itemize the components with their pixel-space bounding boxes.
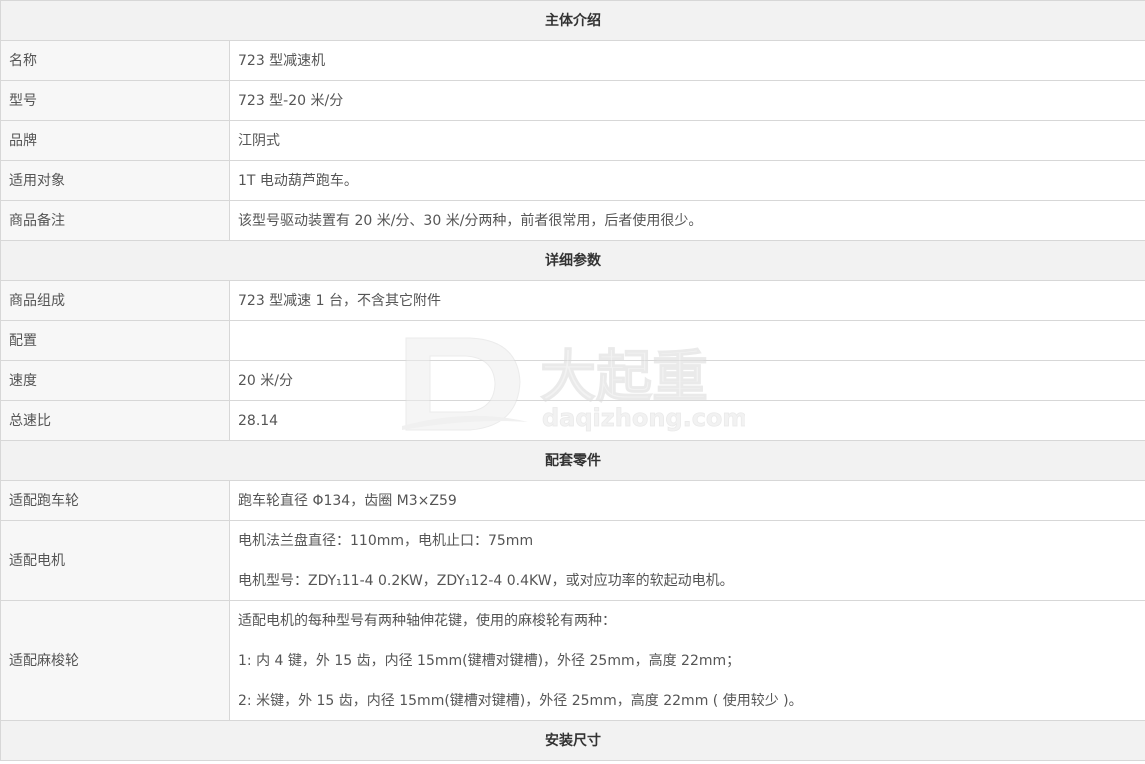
row-label: 适配跑车轮: [0, 480, 230, 521]
row-label: 名称: [0, 40, 230, 81]
section-title-intro: 主体介绍: [0, 0, 1145, 41]
spec-table: 主体介绍 名称 723 型减速机 型号 723 型-20 米/分 品牌 江阴式 …: [0, 0, 1145, 761]
row-label: 适用对象: [0, 160, 230, 201]
row-value: 该型号驱动装置有 20 米/分、30 米/分两种，前者很常用，后者使用很少。: [229, 200, 1145, 241]
section-title-parts: 配套零件: [0, 440, 1145, 481]
value-line: 电机法兰盘直径：110mm，电机止口：75mm: [238, 532, 534, 549]
value-line: 1: 内 4 键，外 15 齿，内径 15mm(键槽对键槽)，外径 25mm，高…: [238, 652, 741, 669]
row-label: 总速比: [0, 400, 230, 441]
table-row: 品牌 江阴式: [0, 120, 1145, 161]
table-row: 总速比 28.14: [0, 400, 1145, 441]
row-label: 速度: [0, 360, 230, 401]
value-line: 2: 米键，外 15 齿，内径 15mm(键槽对键槽)，外径 25mm，高度 2…: [238, 692, 803, 709]
table-row: 商品备注 该型号驱动装置有 20 米/分、30 米/分两种，前者很常用，后者使用…: [0, 200, 1145, 241]
row-label: 品牌: [0, 120, 230, 161]
section-title-details: 详细参数: [0, 240, 1145, 281]
row-value: 跑车轮直径 Φ134，齿圈 M3×Z59: [229, 480, 1145, 521]
row-value: 723 型减速机: [229, 40, 1145, 81]
value-line: 电机型号：ZDY₁11-4 0.2KW，ZDY₁12-4 0.4KW，或对应功率…: [238, 572, 734, 589]
table-row: 名称 723 型减速机: [0, 40, 1145, 81]
spec-page: 主体介绍 名称 723 型减速机 型号 723 型-20 米/分 品牌 江阴式 …: [0, 0, 1145, 764]
row-label: 适配麻梭轮: [0, 600, 230, 721]
table-row: 适配跑车轮 跑车轮直径 Φ134，齿圈 M3×Z59: [0, 480, 1145, 521]
row-label: 适配电机: [0, 520, 230, 601]
table-row: 适配电机 电机法兰盘直径：110mm，电机止口：75mm 电机型号：ZDY₁11…: [0, 520, 1145, 601]
row-value: 电机法兰盘直径：110mm，电机止口：75mm 电机型号：ZDY₁11-4 0.…: [229, 520, 1145, 601]
row-value: 1T 电动葫芦跑车。: [229, 160, 1145, 201]
row-label: 商品备注: [0, 200, 230, 241]
section-header-row: 配套零件: [0, 440, 1145, 481]
table-row: 适配麻梭轮 适配电机的每种型号有两种轴伸花键，使用的麻梭轮有两种： 1: 内 4…: [0, 600, 1145, 721]
table-row: 配置: [0, 320, 1145, 361]
section-title-install: 安装尺寸: [0, 720, 1145, 761]
row-value: [229, 320, 1145, 361]
section-header-row: 安装尺寸: [0, 720, 1145, 761]
section-header-row: 主体介绍: [0, 0, 1145, 41]
row-value: 适配电机的每种型号有两种轴伸花键，使用的麻梭轮有两种： 1: 内 4 键，外 1…: [229, 600, 1145, 721]
row-value: 28.14: [229, 400, 1145, 441]
table-row: 适用对象 1T 电动葫芦跑车。: [0, 160, 1145, 201]
table-row: 型号 723 型-20 米/分: [0, 80, 1145, 121]
value-line: 适配电机的每种型号有两种轴伸花键，使用的麻梭轮有两种：: [238, 612, 616, 629]
table-row: 速度 20 米/分: [0, 360, 1145, 401]
row-label: 商品组成: [0, 280, 230, 321]
row-label: 型号: [0, 80, 230, 121]
row-value: 723 型减速 1 台，不含其它附件: [229, 280, 1145, 321]
table-row: 商品组成 723 型减速 1 台，不含其它附件: [0, 280, 1145, 321]
row-value: 江阴式: [229, 120, 1145, 161]
section-header-row: 详细参数: [0, 240, 1145, 281]
row-value: 20 米/分: [229, 360, 1145, 401]
row-value: 723 型-20 米/分: [229, 80, 1145, 121]
row-label: 配置: [0, 320, 230, 361]
